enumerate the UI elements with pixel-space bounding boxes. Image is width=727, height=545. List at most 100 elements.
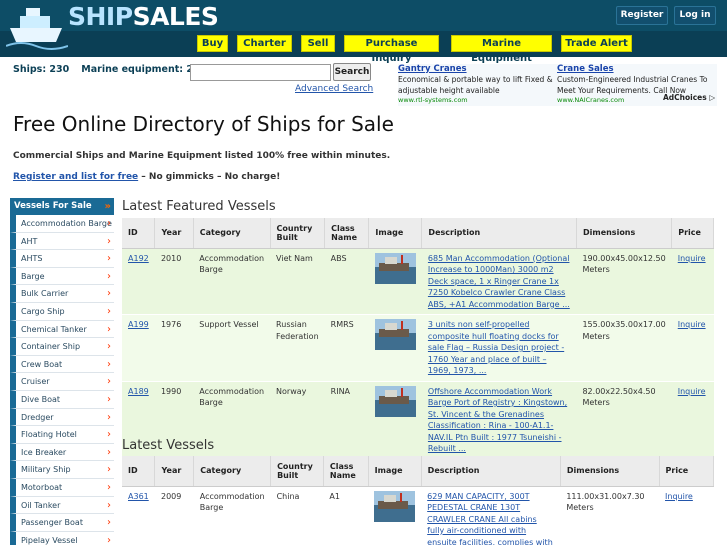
sidebar-item[interactable]: AHTS › (10, 250, 114, 268)
year-cell: 1990 (160, 386, 182, 396)
sidebar-item[interactable]: Chemical Tanker › (10, 320, 114, 339)
register-line: Register and list for free – No gimmicks… (13, 172, 281, 182)
sidebar-item[interactable]: Oil Tanker › (10, 496, 114, 515)
column-header: Year (154, 456, 195, 487)
column-header: Class Name (324, 218, 370, 249)
column-header: ID (122, 456, 156, 487)
search-button[interactable]: Search (333, 63, 371, 81)
sidebar-item[interactable]: Passenger Boat › (10, 514, 114, 532)
column-header: Category (193, 218, 271, 249)
sidebar-item[interactable]: Barge › (10, 267, 114, 286)
stats-line: Ships: 230 Marine equipment: 23 (13, 64, 212, 75)
ad-gantry-cranes[interactable]: Gantry Cranes Economical & portable way … (398, 64, 563, 106)
advanced-search-link[interactable]: Advanced Search (295, 84, 373, 94)
inquire-link[interactable]: Inquire (678, 254, 706, 263)
login-button[interactable]: Log in (674, 6, 716, 25)
column-header: Class Name (323, 456, 369, 487)
country-cell: Russian Federation (276, 320, 319, 341)
column-header: Year (154, 218, 194, 249)
class-cell: RMRS (330, 320, 354, 329)
description-link[interactable]: 685 Man Accommodation (Optional Increase… (428, 254, 570, 309)
sidebar-item[interactable]: Container Ship › (10, 338, 114, 356)
sidebar-item[interactable]: AHT › (10, 232, 114, 251)
dimensions-cell: 190.00x45.00x12.50 Meters (582, 253, 666, 275)
tagline: Commercial Ships and Marine Equipment li… (13, 151, 391, 161)
nav-purchase-inquiry[interactable]: Purchase Inquiry (344, 35, 439, 64)
search-input[interactable] (190, 64, 331, 81)
sidebar-item[interactable]: Dredger › (10, 408, 114, 427)
sidebar-item[interactable]: Dive Boat › (10, 390, 114, 409)
nav-buy[interactable]: Buy (197, 35, 228, 52)
country-cell: Viet Nam (276, 253, 313, 263)
nav-charter[interactable]: Charter (237, 35, 292, 52)
table-row[interactable]: A192 2010 Accommodation Barge Viet Nam ABS 68… (122, 248, 714, 315)
ships-count: Ships: 230 (13, 64, 70, 75)
double-chevron-icon: » (104, 201, 111, 212)
sidebar-item[interactable]: Accommodation Barge › (10, 215, 114, 233)
chevron-right-icon: › (107, 429, 111, 441)
inquire-link[interactable]: Inquire (678, 387, 706, 396)
vessel-thumbnail[interactable] (374, 252, 416, 284)
column-header: Country Built (270, 456, 324, 487)
chevron-right-icon: › (107, 270, 111, 282)
chevron-right-icon: › (107, 288, 111, 300)
description-link[interactable]: 3 units non self-propelled composite hul… (428, 320, 564, 375)
column-header: Price (659, 456, 715, 487)
ad-url[interactable]: www.rtl-systems.com (398, 96, 563, 104)
table-row[interactable]: A199 1976 Support Vessel Russian Federation… (122, 314, 714, 382)
sidebar-item[interactable]: Cruiser › (10, 373, 114, 391)
description-link[interactable]: 629 MAN CAPACITY, 300T PEDESTAL CRANE 13… (427, 492, 553, 545)
ad-title[interactable]: Crane Sales (557, 64, 717, 74)
sidebar-heading[interactable]: Vessels For Sale» (10, 198, 114, 215)
inquire-link[interactable]: Inquire (665, 492, 693, 501)
adchoices-label[interactable]: AdChoices ▷ (663, 93, 715, 102)
site-logo[interactable]: SHIPSALES (6, 2, 219, 52)
equipment-count: Marine equipment: 23 (81, 64, 200, 75)
sidebar-item[interactable]: Bulk Carrier › (10, 285, 114, 303)
column-header: Description (421, 218, 577, 249)
logo-text: SHIPSALES (68, 2, 219, 31)
nav-marine-equipment[interactable]: Marine Equipment (451, 35, 552, 64)
sidebar-item[interactable]: Military Ship › (10, 461, 114, 479)
chevron-right-icon: › (107, 218, 111, 229)
year-cell: 2010 (160, 253, 182, 263)
sidebar-item[interactable]: Floating Hotel › (10, 426, 114, 444)
dimensions-cell: 82.00x22.50x4.50 Meters (582, 386, 656, 408)
sidebar-item[interactable]: Cargo Ship › (10, 302, 114, 321)
table-row[interactable]: A361 2009 Accommodation Barge China A1 629 MA… (122, 486, 714, 545)
register-button[interactable]: Register (616, 6, 668, 25)
ship-logo-icon (6, 8, 68, 50)
category-cell: Accommodation Barge (199, 491, 265, 513)
class-cell: RINA (330, 386, 351, 396)
sidebar-item[interactable]: Ice Breaker › (10, 443, 114, 462)
latest-vessels-table: ID Year Category Country Built Class Name Ima… (122, 456, 715, 545)
dimensions-cell: 111.00x31.00x7.30 Meters (566, 491, 645, 513)
vessel-category-sidebar: Vessels For Sale» Accommodation Barge › AH… (10, 198, 114, 545)
vessel-thumbnail[interactable] (374, 319, 416, 350)
country-cell: Norway (276, 386, 307, 396)
column-header: Category (193, 456, 272, 487)
column-header: Description (421, 456, 561, 487)
vessel-id-link[interactable]: A189 (128, 387, 149, 396)
column-header: Image (368, 218, 423, 249)
featured-section-title: Latest Featured Vessels (122, 199, 276, 214)
vessel-id-link[interactable]: A361 (128, 492, 149, 501)
chevron-right-icon: › (107, 464, 111, 476)
nav-sell[interactable]: Sell (301, 35, 335, 52)
chevron-right-icon: › (107, 235, 111, 247)
column-header: Country Built (270, 218, 326, 249)
sidebar-item[interactable]: Motorboat › (10, 478, 114, 497)
vessel-thumbnail[interactable] (374, 490, 416, 522)
ad-title[interactable]: Gantry Cranes (398, 64, 563, 74)
register-link[interactable]: Register and list for free (13, 172, 138, 182)
vessel-id-link[interactable]: A192 (128, 254, 149, 263)
vessel-id-link[interactable]: A199 (128, 320, 149, 329)
nav-trade-alert[interactable]: Trade Alert (561, 35, 632, 52)
description-link[interactable]: Offshore Accommodation Work Barge Port o… (428, 387, 567, 454)
dimensions-cell: 155.00x35.00x17.00 Meters (582, 320, 666, 341)
column-header: Dimensions (576, 218, 673, 249)
inquire-link[interactable]: Inquire (678, 320, 706, 329)
sidebar-item[interactable]: Pipelay Vessel › (10, 531, 114, 545)
vessel-thumbnail[interactable] (374, 385, 416, 417)
sidebar-item[interactable]: Crew Boat › (10, 355, 114, 374)
